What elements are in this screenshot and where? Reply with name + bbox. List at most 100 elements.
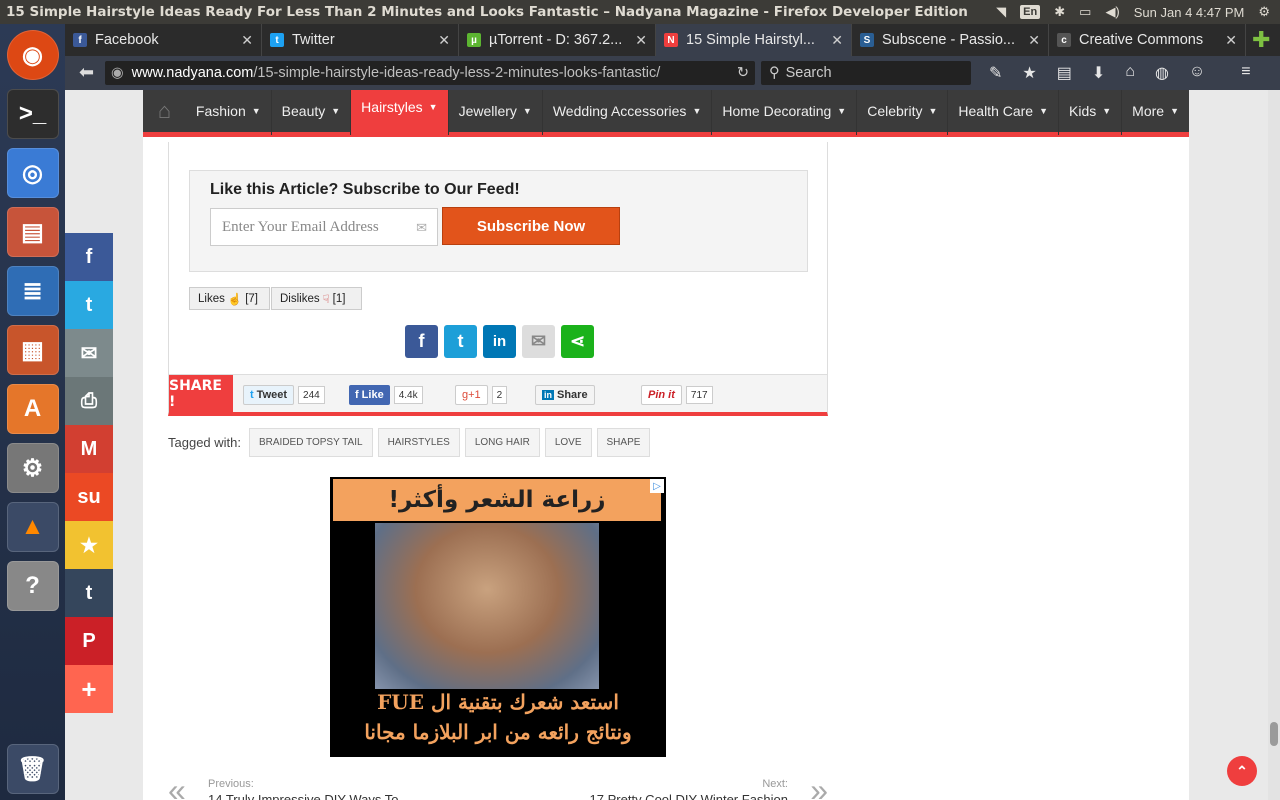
search-input[interactable]: ⚲ Search [761, 61, 971, 85]
print-float-icon[interactable]: ⎙ [65, 377, 113, 425]
nav-item-kids[interactable]: Kids ▼ [1059, 90, 1123, 135]
tab-close-icon[interactable]: ✕ [635, 32, 647, 49]
more-float-icon[interactable]: + [65, 665, 113, 713]
nav-home-icon[interactable]: ⌂ [143, 90, 186, 135]
nav-item-fashion[interactable]: Fashion ▼ [186, 90, 272, 135]
facebook-like-button[interactable]: f Like 4.4k [349, 385, 423, 405]
facebook-icon: f [355, 389, 359, 401]
tab-close-icon[interactable]: ✕ [831, 32, 843, 49]
facebook-float-icon[interactable]: f [65, 233, 113, 281]
email-field[interactable]: Enter Your Email Address ✉ [210, 208, 438, 246]
chromium-icon[interactable]: ◎ [6, 148, 59, 198]
next-arrow-icon[interactable]: » [810, 772, 828, 800]
gmail-float-icon[interactable]: M [65, 425, 113, 473]
tab-close-icon[interactable]: ✕ [241, 32, 253, 49]
nav-item-jewellery[interactable]: Jewellery ▼ [449, 90, 543, 135]
settings-icon[interactable]: ⚙ [1258, 4, 1270, 20]
scrollbar-thumb[interactable] [1270, 722, 1278, 746]
facebook-share-icon[interactable]: f [405, 325, 438, 358]
back-arrow-icon[interactable]: ⬅ [79, 62, 94, 83]
writer-icon[interactable]: ≣ [6, 266, 59, 316]
gplus-button[interactable]: g+1 2 [455, 385, 508, 405]
keyboard-layout[interactable]: En [1020, 5, 1041, 19]
ad-choices-icon[interactable]: ▷ [650, 479, 664, 493]
previous-post-link[interactable]: 14 Truly Impressive DIY Ways To [208, 792, 399, 800]
bluetooth-icon[interactable]: ✱ [1054, 4, 1065, 20]
site-info-icon[interactable]: ◉ [111, 65, 124, 81]
linkedin-share-button[interactable]: in Share [535, 385, 595, 405]
linkedin-share-icon[interactable]: in [483, 325, 516, 358]
tag-link[interactable]: LONG HAIR [464, 428, 540, 457]
tab-creative-commons[interactable]: c Creative Commons ✕ [1049, 24, 1246, 56]
tag-link[interactable]: SHAPE [596, 428, 651, 457]
chevron-down-icon: ▼ [928, 106, 938, 116]
tag-link[interactable]: LOVE [544, 428, 592, 457]
tab-close-icon[interactable]: ✕ [1225, 32, 1237, 49]
pinterest-button[interactable]: Pin it 717 [641, 385, 713, 405]
facebook-favicon-icon: f [73, 33, 87, 47]
vlc-icon[interactable]: ▲ [6, 502, 59, 552]
tag-link[interactable]: HAIRSTYLES [377, 428, 460, 457]
wifi-icon[interactable]: ◥ [996, 4, 1006, 20]
reading-list-icon[interactable]: ▤ [1057, 63, 1072, 83]
chat-icon[interactable]: ☺ [1189, 63, 1205, 83]
globe-icon[interactable]: ◍ [1155, 63, 1169, 83]
nav-item-celebrity[interactable]: Celebrity ▼ [857, 90, 949, 135]
software-center-icon[interactable]: A [6, 384, 59, 434]
page-scrollbar[interactable] [1268, 90, 1280, 800]
tab-close-icon[interactable]: ✕ [438, 32, 450, 49]
nav-item-beauty[interactable]: Beauty ▼ [272, 90, 352, 135]
tab-twitter[interactable]: t Twitter ✕ [262, 24, 459, 56]
bookmark-star-icon[interactable]: ★ [1022, 63, 1036, 83]
favorites-float-icon[interactable]: ★ [65, 521, 113, 569]
email-share-icon[interactable]: ✉ [522, 325, 555, 358]
tag-link[interactable]: BRAIDED TOPSY TAIL [249, 428, 373, 457]
tab-utorrent[interactable]: µ µTorrent - D: 367.2... ✕ [459, 24, 656, 56]
system-settings-icon[interactable]: ⚙ [6, 443, 59, 493]
battery-icon[interactable]: ▭ [1079, 4, 1091, 20]
advertisement[interactable]: زراعة الشعر وأكثر! ▷ استعد شعرك بتقنية ا… [330, 477, 666, 757]
back-to-top-button[interactable]: ⌃ [1227, 756, 1257, 786]
pinterest-float-icon[interactable]: P [65, 617, 113, 665]
nav-item-home-decorating[interactable]: Home Decorating ▼ [712, 90, 858, 135]
dislikes-button[interactable]: Dislikes ☟ [1] [271, 287, 362, 310]
downloads-icon[interactable]: ⬇ [1092, 63, 1105, 83]
new-tab-button[interactable]: ✚ [1246, 24, 1280, 56]
help-icon[interactable]: ? [6, 561, 59, 611]
terminal-icon[interactable]: >_ [6, 89, 59, 139]
likes-button[interactable]: Likes ☝ [7] [189, 287, 270, 310]
tumblr-float-icon[interactable]: t [65, 569, 113, 617]
nav-item-health-care[interactable]: Health Care ▼ [948, 90, 1060, 135]
developer-tools-icon[interactable]: ✎ [989, 63, 1002, 83]
trash-icon[interactable]: 🗑 [6, 744, 59, 794]
tab-nadyana[interactable]: N 15 Simple Hairstyl... ✕ [656, 24, 852, 56]
nav-item-more[interactable]: More ▼ [1122, 90, 1189, 135]
menu-icon[interactable]: ≡ [1241, 63, 1250, 83]
tab-close-icon[interactable]: ✕ [1028, 32, 1040, 49]
nav-item-wedding-accessories[interactable]: Wedding Accessories ▼ [543, 90, 713, 135]
system-top-bar: 15 Simple Hairstyle Ideas Ready For Less… [0, 0, 1280, 24]
impress-icon[interactable]: ▦ [6, 325, 59, 375]
next-post-link[interactable]: 17 Pretty Cool DIY Winter Fashion [590, 792, 788, 800]
tab-facebook[interactable]: f Facebook ✕ [65, 24, 262, 56]
volume-icon[interactable]: ◀) [1105, 4, 1119, 20]
previous-arrow-icon[interactable]: « [168, 772, 186, 800]
tab-subscene[interactable]: S Subscene - Passio... ✕ [852, 24, 1049, 56]
twitter-float-icon[interactable]: t [65, 281, 113, 329]
ubuntu-dash-icon[interactable]: ◉ [6, 30, 59, 80]
launcher: ◉ >_ ◎ ▤ ≣ ▦ A ⚙ ▲ ? 🗑 [0, 24, 65, 800]
files-icon[interactable]: ▤ [6, 207, 59, 257]
home-icon[interactable]: ⌂ [1125, 63, 1135, 83]
tab-strip: f Facebook ✕ t Twitter ✕ µ µTorrent - D: 367.… [65, 24, 1280, 56]
url-bar[interactable]: ◉ www.nadyana.com/15-simple-hairstyle-id… [105, 61, 755, 85]
twitter-share-icon[interactable]: t [444, 325, 477, 358]
reload-icon[interactable]: ↻ [737, 65, 749, 81]
more-share-icon[interactable]: ⋖ [561, 325, 594, 358]
tweet-button[interactable]: t Tweet 244 [243, 385, 325, 405]
clock[interactable]: Sun Jan 4 4:47 PM [1134, 5, 1245, 20]
subscribe-button[interactable]: Subscribe Now [442, 207, 620, 245]
email-float-icon[interactable]: ✉ [65, 329, 113, 377]
nav-item-hairstyles[interactable]: Hairstyles ▼ [351, 90, 449, 135]
stumbleupon-float-icon[interactable]: su [65, 473, 113, 521]
window-title: 15 Simple Hairstyle Ideas Ready For Less… [6, 4, 968, 20]
